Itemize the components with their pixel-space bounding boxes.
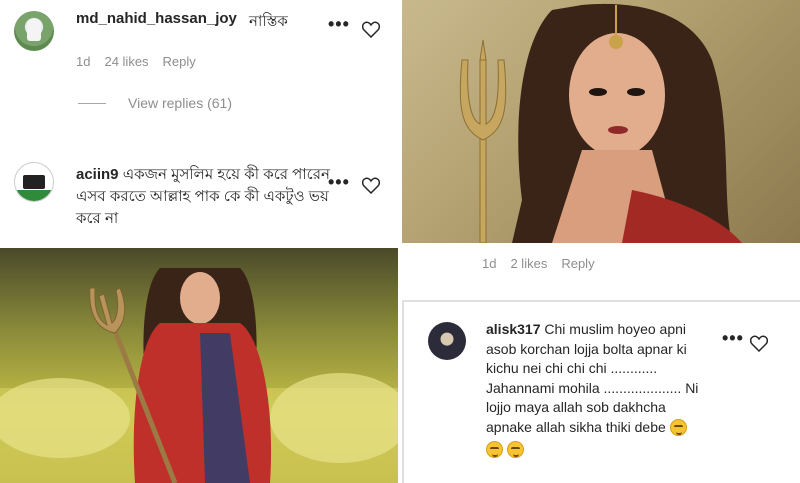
reply-button[interactable]: Reply: [561, 256, 594, 271]
comment-line: Chi muslim hoyeo apni: [544, 321, 687, 337]
smirking-face-emoji: [506, 440, 524, 458]
view-replies-button[interactable]: View replies (61): [78, 95, 232, 111]
more-options-icon[interactable]: •••: [328, 14, 350, 35]
more-options-icon[interactable]: •••: [328, 172, 350, 193]
comment-line: asob korchan lojja bolta apnar ki: [486, 340, 687, 357]
comment-meta: 1d 24 likes Reply: [76, 54, 196, 69]
comment-line: Jahannami mohila .................... Ni: [486, 379, 699, 396]
comment-username[interactable]: aciin9: [76, 166, 119, 183]
comment-text: aciin9 একজন মুসলিম হয়ে কী করে পারেন এসব…: [76, 164, 352, 230]
more-options-icon[interactable]: •••: [722, 328, 744, 349]
comment-text: নাস্তিক: [249, 13, 288, 30]
heart-icon[interactable]: [362, 177, 380, 194]
smirking-face-emoji: [669, 419, 687, 437]
image-meta-strip: 1d 2 likes Reply: [402, 246, 800, 292]
full-figure-illustration: [0, 268, 398, 483]
comment-likes[interactable]: 2 likes: [510, 256, 547, 271]
portrait-illustration: [459, 3, 742, 243]
view-replies-label[interactable]: View replies (61): [128, 95, 232, 111]
smirking-face-emoji: [486, 440, 503, 458]
comment-username[interactable]: alisk317: [486, 321, 541, 337]
comment-age: 1d: [76, 54, 91, 69]
comment-line: kichu nei chi chi chi ............: [486, 360, 658, 376]
reply-button[interactable]: Reply: [163, 54, 196, 69]
comment-line: lojjo maya allah sob dakhcha: [486, 399, 666, 415]
comment-panel-alisk317: alisk317 Chi muslim hoyeo apni asob korc…: [402, 300, 800, 483]
comment-panel-nahid: md_nahid_hassan_joy নাস্তিক ••• 1d 24 li…: [0, 0, 398, 140]
comment-meta: 1d 2 likes Reply: [482, 256, 595, 271]
comment-likes[interactable]: 24 likes: [104, 54, 148, 69]
avatar[interactable]: [428, 322, 466, 360]
comment-username[interactable]: md_nahid_hassan_joy: [76, 10, 237, 27]
heart-icon[interactable]: [362, 21, 380, 38]
post-image-full-figure: [0, 248, 398, 483]
avatar[interactable]: [14, 162, 54, 202]
avatar[interactable]: [14, 11, 54, 51]
comment-line: apnake allah sikha thiki debe: [486, 418, 666, 435]
heart-icon[interactable]: [750, 335, 768, 352]
comment-age: 1d: [482, 256, 497, 271]
post-image-portrait: [402, 0, 800, 243]
replies-divider: [78, 102, 106, 104]
comment-panel-aciin9: aciin9 একজন মুসলিম হয়ে কী করে পারেন এসব…: [0, 152, 398, 244]
comment-text: alisk317 Chi muslim hoyeo apni asob korc…: [486, 320, 756, 459]
